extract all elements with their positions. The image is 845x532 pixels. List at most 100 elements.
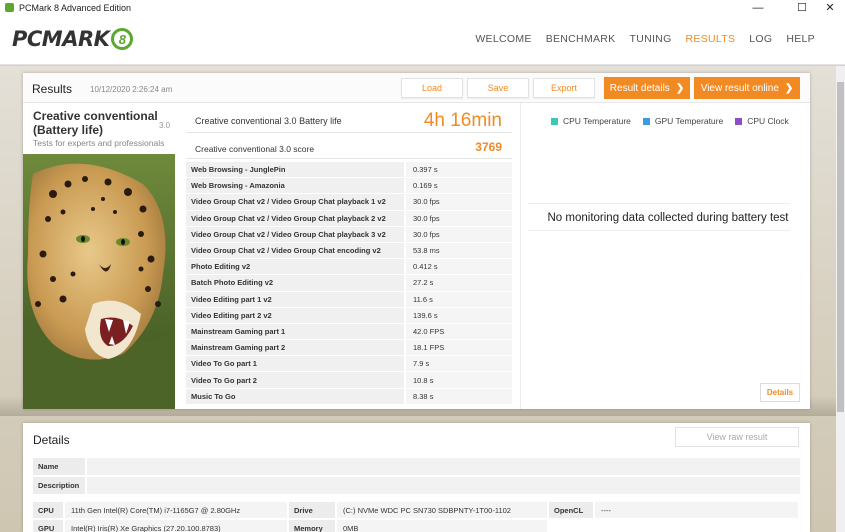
no-monitoring-message: No monitoring data collected during batt… (547, 212, 789, 224)
main-nav: WELCOME BENCHMARK TUNING RESULTS LOG HELP (475, 33, 815, 45)
drive-value: (C:) NVMe WDC PC SN730 SDBPNTY-1T00-1102 (337, 502, 547, 518)
window-titlebar: PCMark 8 Advanced Edition (0, 0, 845, 15)
legend-label: GPU Temperature (654, 116, 724, 126)
minimize-button[interactable]: — (743, 0, 773, 15)
subtest-name: Video Group Chat v2 / Video Group Chat p… (186, 194, 404, 210)
subtest-value: 8.38 s (406, 388, 512, 404)
monitoring-legend: CPU Temperature GPU Temperature CPU Clock (551, 116, 789, 126)
table-row: Video To Go part 1 7.9 s (186, 356, 512, 373)
save-button[interactable]: Save (467, 78, 529, 98)
subtest-value: 30.0 fps (406, 210, 512, 226)
app-header: PCMARK 8 WELCOME BENCHMARK TUNING RESULTS LO… (0, 15, 845, 65)
app-icon (5, 3, 14, 12)
result-details-button[interactable]: Result details ❯ (604, 77, 690, 99)
leopard-image (23, 154, 175, 409)
logo-text: PCMARK (12, 27, 110, 51)
table-row: Mainstream Gaming part 1 42.0 FPS (186, 323, 512, 341)
subtest-name: Video Editing part 1 v2 (186, 291, 404, 307)
chevron-right-icon: ❯ (784, 82, 794, 94)
table-row: Music To Go 8.38 s (186, 388, 512, 405)
details-panel: Details View raw result Name Description… (23, 423, 810, 532)
test-version: 3.0 (159, 121, 171, 130)
legend-item[interactable]: CPU Clock (735, 116, 789, 126)
legend-label: CPU Temperature (563, 116, 631, 126)
close-button[interactable]: ✕ (815, 0, 845, 15)
subtest-name: Video Editing part 2 v2 (186, 307, 404, 323)
table-row: Video Group Chat v2 / Video Group Chat p… (186, 210, 512, 227)
subtest-results-table: Web Browsing - JunglePin 0.397 s Web Brows… (186, 162, 512, 405)
maximize-button[interactable]: ☐ (787, 0, 817, 15)
drive-label: Drive (289, 502, 335, 518)
table-row: Mainstream Gaming part 2 18.1 FPS (186, 340, 512, 357)
gpu-label: GPU (33, 520, 63, 532)
conventional-score-label: Creative conventional 3.0 score (195, 144, 315, 154)
nav-benchmark[interactable]: BENCHMARK (546, 33, 616, 45)
subtest-value: 0.169 s (406, 178, 512, 194)
subtest-value: 42.0 FPS (406, 323, 512, 340)
memory-label: Memory (289, 520, 335, 532)
legend-label: CPU Clock (747, 116, 789, 126)
nav-help[interactable]: HELP (786, 33, 815, 45)
system-row-2: GPU Intel(R) Iris(R) Xe Graphics (27.20.… (33, 520, 800, 532)
subtest-value: 11.6 s (406, 291, 512, 307)
view-raw-result-button[interactable]: View raw result (675, 427, 799, 447)
load-button[interactable]: Load (401, 78, 463, 98)
results-panel: Results 10/12/2020 2:26:24 am Load Save … (23, 73, 810, 409)
description-row: Description (33, 477, 800, 494)
subtest-name: Music To Go (186, 388, 404, 404)
conventional-score-value: 3769 (475, 140, 502, 154)
test-name: Creative conventional (Battery life) (33, 109, 158, 137)
table-row: Web Browsing - JunglePin 0.397 s (186, 162, 512, 179)
name-label: Name (33, 458, 85, 475)
nav-results[interactable]: RESULTS (686, 33, 736, 45)
monitoring-divider (520, 103, 521, 409)
test-description: Tests for experts and professionals (33, 138, 165, 148)
subtest-name: Video To Go part 2 (186, 372, 404, 388)
page-scrollbar-thumb[interactable] (837, 82, 844, 412)
subtest-value: 30.0 fps (406, 194, 512, 210)
nav-tuning[interactable]: TUNING (629, 33, 671, 45)
table-row: Video Group Chat v2 / Video Group Chat p… (186, 194, 512, 211)
subtest-name: Video Group Chat v2 / Video Group Chat e… (186, 242, 404, 259)
cpu-label: CPU (33, 502, 63, 518)
table-row: Photo Editing v2 0.412 s (186, 259, 512, 276)
export-button[interactable]: Export (533, 78, 595, 98)
legend-item[interactable]: CPU Temperature (551, 116, 631, 126)
legend-item[interactable]: GPU Temperature (642, 116, 724, 126)
subtest-value: 139.6 s (406, 307, 512, 323)
monitoring-details-button[interactable]: Details (760, 383, 800, 402)
subtest-value: 7.9 s (406, 356, 512, 372)
table-row: Web Browsing - Amazonia 0.169 s (186, 178, 512, 195)
subtest-value: 18.1 FPS (406, 340, 512, 356)
subtest-name: Mainstream Gaming part 1 (186, 323, 404, 340)
view-result-online-button[interactable]: View result online ❯ (694, 77, 800, 99)
nav-welcome[interactable]: WELCOME (475, 33, 531, 45)
table-row: Video Group Chat v2 / Video Group Chat e… (186, 242, 512, 260)
cpu-value: 11th Gen Intel(R) Core(TM) i7-1165G7 @ 2… (65, 502, 287, 518)
subtest-name: Video To Go part 1 (186, 356, 404, 372)
opencl-label: OpenCL (549, 502, 593, 518)
window-title: PCMark 8 Advanced Edition (19, 2, 132, 13)
description-value (87, 477, 800, 494)
subtest-name: Photo Editing v2 (186, 259, 404, 275)
view-result-online-label: View result online (700, 82, 779, 94)
subtest-name: Web Browsing - Amazonia (186, 178, 404, 194)
pcmark-logo: PCMARK 8 (12, 26, 134, 52)
legend-swatch (551, 117, 558, 125)
subtest-value: 10.8 s (406, 372, 512, 388)
subtest-name: Video Group Chat v2 / Video Group Chat p… (186, 210, 404, 226)
subtest-name: Mainstream Gaming part 2 (186, 340, 404, 356)
logo-badge: 8 (111, 28, 134, 50)
name-value (87, 458, 800, 475)
battery-life-label: Creative conventional 3.0 Battery life (195, 116, 342, 126)
name-row: Name (33, 458, 800, 475)
chevron-right-icon: ❯ (675, 82, 685, 94)
subtest-name: Video Group Chat v2 / Video Group Chat p… (186, 226, 404, 242)
gpu-value: Intel(R) Iris(R) Xe Graphics (27.20.100.… (65, 520, 287, 532)
nav-log[interactable]: LOG (749, 33, 772, 45)
table-row: Video Group Chat v2 / Video Group Chat p… (186, 226, 512, 243)
monitoring-rule-top (528, 203, 790, 204)
opencl-value: ---- (595, 502, 798, 518)
monitoring-rule-bottom (528, 230, 790, 231)
table-row: Video Editing part 2 v2 139.6 s (186, 307, 512, 324)
